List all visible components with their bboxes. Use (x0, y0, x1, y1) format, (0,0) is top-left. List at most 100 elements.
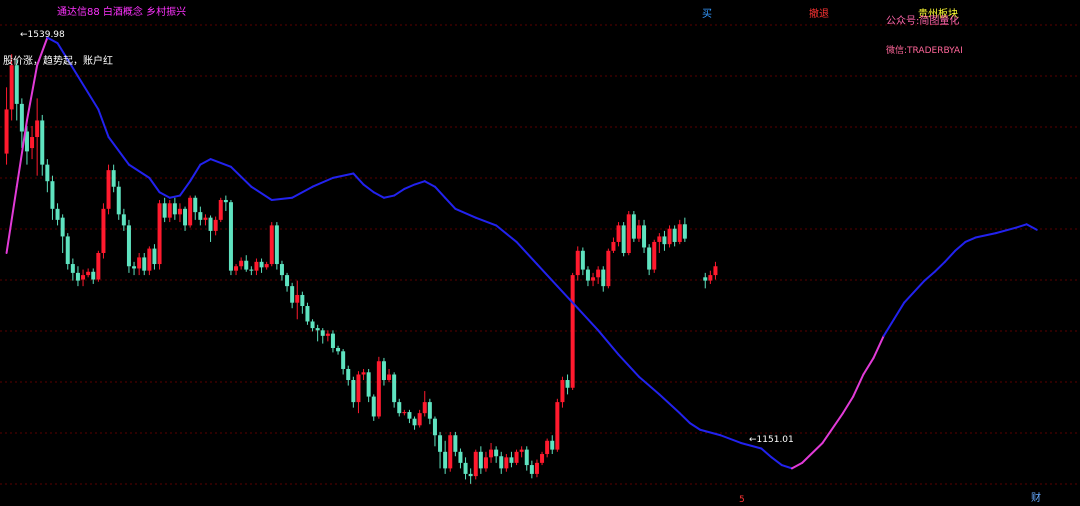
candle-body (585, 269, 590, 281)
trend-line-segment (943, 249, 957, 263)
candle-body (468, 473, 473, 477)
candle-body (703, 277, 708, 281)
trend-line-segment (372, 191, 385, 199)
candle-body (545, 440, 550, 455)
candle-body (565, 380, 570, 388)
trend-line-segment (678, 412, 691, 425)
trend-line-segment (107, 136, 130, 166)
candle-body (672, 228, 677, 242)
trend-line-segment (158, 191, 171, 199)
trend-line-segment (25, 64, 39, 122)
candle-body (667, 228, 672, 245)
candle-body (626, 214, 631, 253)
candle-body (682, 224, 687, 239)
trend-line-segment (719, 434, 742, 444)
candle-body (708, 275, 713, 281)
candle-body (290, 286, 295, 303)
candle-body (621, 225, 626, 253)
buy-marker: 买 (702, 9, 712, 20)
candle-body (152, 248, 157, 265)
bottom-marker-5: 5 (739, 495, 745, 505)
low-price-value: 1151.01 (756, 435, 794, 445)
trend-line-segment (178, 180, 192, 197)
trend-line-segment (189, 163, 202, 183)
candle-body (86, 271, 91, 276)
candle-body (438, 435, 443, 452)
candle-body (325, 333, 330, 336)
candle-body (167, 203, 172, 218)
candle-body (183, 208, 188, 226)
candle-body (402, 412, 407, 414)
trend-line-segment (658, 393, 681, 415)
high-price-value: 1539.98 (27, 30, 65, 40)
candle-body (228, 202, 233, 271)
candle-body (677, 224, 682, 242)
candle-body (341, 351, 346, 369)
candle-body (285, 275, 290, 287)
trend-line-segment (892, 301, 906, 321)
candle-body (657, 236, 662, 242)
trend-line-segment (964, 236, 977, 243)
candle-body (652, 241, 657, 270)
trend-line-segment (637, 375, 661, 396)
candle-body (239, 260, 244, 267)
trend-line-segment (199, 158, 212, 166)
trend-line-segment (821, 412, 844, 444)
candle-body (560, 380, 565, 403)
candle-body (642, 225, 647, 248)
low-price-label: ←1151.01 (749, 435, 794, 445)
candle-body (126, 225, 131, 267)
candle-body (540, 454, 545, 463)
candle-body (636, 225, 641, 239)
trend-line-segment (5, 185, 18, 254)
candle-body (504, 457, 509, 469)
candle-body (14, 65, 19, 104)
trend-line-segment (770, 456, 783, 467)
candle-body (550, 440, 555, 450)
candle-body (106, 170, 111, 209)
candle-body (142, 257, 147, 271)
candle-body (376, 361, 381, 417)
candle-body (519, 449, 524, 452)
candle-body (96, 253, 101, 280)
candle-body (366, 372, 371, 397)
candlestick-chart (0, 24, 1080, 485)
candle-body (162, 203, 167, 218)
candle-body (315, 328, 320, 331)
trend-line-segment (556, 285, 579, 310)
indicator-note: 股价涨，趋势起，账户红 (3, 56, 113, 67)
candle-body (208, 217, 213, 231)
header-concept-tags: 通达信88 白酒概念 乡村振兴 (57, 7, 187, 18)
candle-body (412, 418, 417, 426)
candle-body (448, 435, 453, 469)
trend-line-segment (760, 447, 773, 459)
trend-line-segment (903, 279, 926, 304)
candle-body (432, 418, 437, 436)
candle-body (417, 413, 422, 426)
candle-body (616, 225, 621, 242)
candle-body (218, 199, 223, 220)
trend-line-segment (841, 395, 855, 415)
candle-body (75, 272, 80, 281)
candle-body (631, 214, 636, 239)
trend-line-segment (311, 176, 334, 188)
candle-body (177, 208, 182, 215)
candle-body (320, 330, 325, 336)
candle-body (259, 261, 264, 268)
trend-line-segment (403, 183, 416, 190)
trend-line-segment (954, 240, 967, 252)
trend-line-segment (699, 428, 722, 437)
trend-line-segment (168, 194, 181, 199)
candle-body (91, 271, 96, 280)
trend-line-segment (362, 183, 375, 194)
candle-body (132, 266, 137, 269)
candle-body (137, 257, 142, 269)
candle-body (279, 264, 284, 276)
candle-body (55, 208, 60, 220)
wechat-label: 微信:TRADERBYAI (886, 46, 963, 56)
candle-body (81, 275, 86, 280)
candle-body (70, 264, 75, 273)
candle-body (392, 374, 397, 403)
trend-line-segment (331, 172, 355, 179)
candle-body (60, 217, 65, 237)
